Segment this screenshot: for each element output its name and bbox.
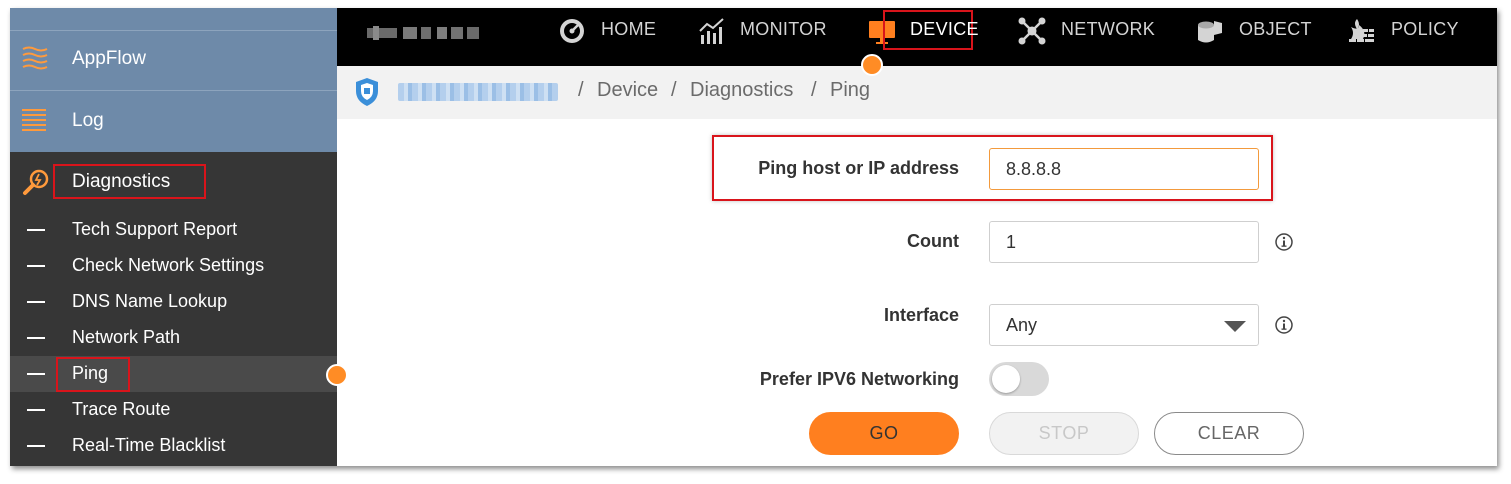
go-button[interactable]: GO bbox=[809, 412, 959, 455]
info-icon[interactable] bbox=[1275, 233, 1293, 251]
sidebar-item-check-network-settings[interactable]: Check Network Settings bbox=[10, 248, 337, 284]
top-nav-bar: HOME MONITOR DEVICE NETWORK OBJECT POLIC… bbox=[337, 8, 1497, 66]
cylinder-cube-icon bbox=[1198, 21, 1222, 43]
diagnostics-magnifier-icon bbox=[23, 169, 49, 195]
chart-trend-icon bbox=[699, 18, 724, 44]
dashboard-gauge-icon bbox=[560, 19, 584, 43]
chevron-down-icon bbox=[1224, 321, 1246, 332]
device-name-redacted bbox=[398, 83, 558, 101]
ipv6-label: Prefer IPV6 Networking bbox=[759, 369, 959, 389]
dash-icon bbox=[27, 229, 45, 231]
dash-icon bbox=[27, 445, 45, 447]
nav-device[interactable]: DEVICE bbox=[868, 8, 979, 52]
network-hub-icon bbox=[1018, 17, 1046, 45]
brand-logo bbox=[367, 26, 479, 40]
firewall-flame-icon bbox=[1349, 19, 1374, 42]
breadcrumb: / Device / Diagnostics / Ping bbox=[337, 66, 1497, 119]
nav-device-label: DEVICE bbox=[910, 19, 979, 39]
sidebar-item-label: Log bbox=[72, 110, 104, 131]
nav-monitor[interactable]: MONITOR bbox=[698, 8, 828, 52]
count-input[interactable] bbox=[989, 221, 1259, 263]
breadcrumb-separator: / bbox=[578, 79, 584, 101]
dash-icon bbox=[27, 265, 45, 267]
info-icon[interactable] bbox=[1275, 316, 1293, 334]
sidebar-item-tech-support-report[interactable]: Tech Support Report bbox=[10, 212, 337, 248]
sidebar: AppFlow Log Diagnostics Tech Support Rep… bbox=[10, 8, 337, 466]
ping-form: Ping host or IP address Count Interface … bbox=[337, 119, 1497, 466]
sidebar-item-real-time-blacklist[interactable]: Real-Time Blacklist bbox=[10, 428, 337, 464]
appflow-icon bbox=[22, 46, 48, 70]
host-input[interactable] bbox=[989, 148, 1259, 190]
interface-select[interactable]: Any bbox=[989, 304, 1259, 346]
nav-home[interactable]: HOME bbox=[558, 8, 658, 52]
sidebar-item-label: Tech Support Report bbox=[72, 219, 238, 239]
dash-icon bbox=[27, 337, 45, 339]
sidebar-item-label: Check Network Settings bbox=[72, 255, 265, 275]
interface-selected-value: Any bbox=[1006, 315, 1038, 335]
sidebar-item-log[interactable]: Log bbox=[10, 91, 337, 152]
nav-object[interactable]: OBJECT bbox=[1196, 8, 1316, 52]
ipv6-toggle[interactable] bbox=[989, 362, 1049, 396]
nav-network[interactable]: NETWORK bbox=[1018, 8, 1158, 52]
interface-label: Interface bbox=[883, 305, 959, 325]
annotation-dot bbox=[326, 364, 348, 386]
sidebar-item-label: DNS Name Lookup bbox=[72, 291, 228, 311]
sidebar-item-dns-name-lookup[interactable]: DNS Name Lookup bbox=[10, 284, 337, 320]
menu-icon bbox=[22, 8, 48, 16]
sidebar-item-diagnostics[interactable]: Diagnostics bbox=[10, 152, 337, 212]
nav-policy-label: POLICY bbox=[1391, 19, 1459, 39]
sidebar-item-ping[interactable]: Ping bbox=[10, 356, 337, 392]
count-label: Count bbox=[907, 231, 959, 251]
log-list-icon bbox=[22, 109, 46, 131]
stop-button[interactable]: STOP bbox=[989, 412, 1139, 455]
nav-monitor-label: MONITOR bbox=[740, 19, 827, 39]
app-window: AppFlow Log Diagnostics Tech Support Rep… bbox=[10, 8, 1497, 466]
nav-object-label: OBJECT bbox=[1239, 19, 1312, 39]
nav-home-label: HOME bbox=[601, 19, 657, 39]
host-label: Ping host or IP address bbox=[758, 158, 959, 178]
sidebar-item-label: Network Path bbox=[72, 327, 181, 347]
dash-icon bbox=[27, 373, 45, 375]
breadcrumb-separator: / bbox=[811, 79, 817, 101]
sidebar-item-trace-route[interactable]: Trace Route bbox=[10, 392, 337, 428]
sidebar-item-label: Real-Time Blacklist bbox=[72, 435, 226, 455]
breadcrumb-separator: / bbox=[671, 79, 677, 101]
toggle-knob bbox=[992, 365, 1020, 393]
breadcrumb-ping: Ping bbox=[830, 79, 871, 101]
nav-policy[interactable]: POLICY bbox=[1347, 8, 1467, 52]
clear-button[interactable]: CLEAR bbox=[1154, 412, 1304, 455]
sidebar-item-label: Ping bbox=[72, 363, 109, 383]
sidebar-item-appflow[interactable]: AppFlow bbox=[10, 31, 337, 91]
sidebar-item-label: Trace Route bbox=[72, 399, 171, 419]
sidebar-item-label: Diagnostics bbox=[72, 171, 171, 192]
dash-icon bbox=[27, 409, 45, 411]
nav-network-label: NETWORK bbox=[1061, 19, 1156, 39]
dash-icon bbox=[27, 301, 45, 303]
sidebar-item-network-path[interactable]: Network Path bbox=[10, 320, 337, 356]
shield-icon bbox=[356, 78, 378, 106]
sidebar-item-label: AppFlow bbox=[72, 48, 146, 69]
breadcrumb-diagnostics[interactable]: Diagnostics bbox=[690, 79, 793, 102]
annotation-dot bbox=[861, 54, 883, 76]
sidebar-item-partial[interactable] bbox=[10, 8, 337, 31]
breadcrumb-device[interactable]: Device bbox=[597, 79, 658, 102]
